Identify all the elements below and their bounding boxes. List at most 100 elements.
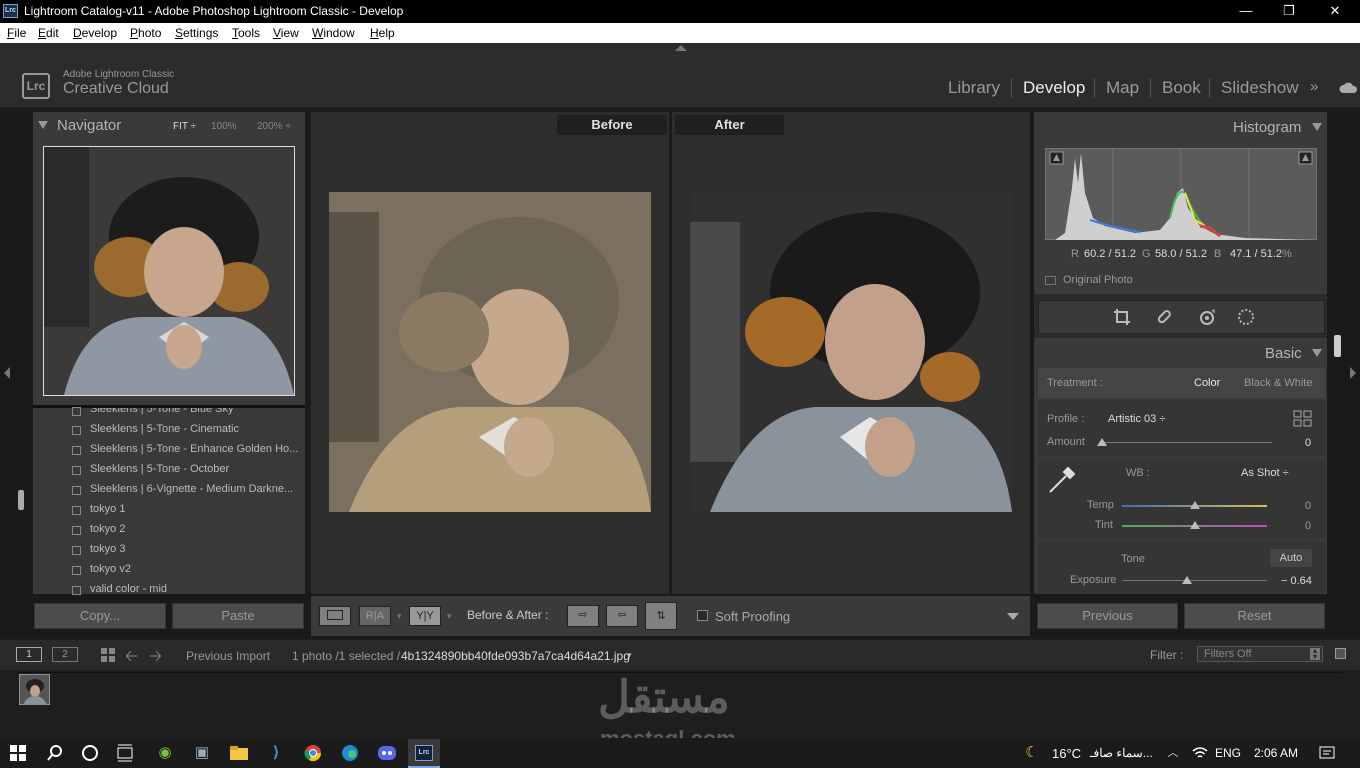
preset-item[interactable]: Sleeklens | 6-Vignette - Medium Darkne..… xyxy=(90,483,293,495)
redeye-icon[interactable] xyxy=(1198,308,1216,326)
amount-knob[interactable] xyxy=(1097,438,1107,446)
soft-proofing-checkbox[interactable] xyxy=(697,610,708,621)
weather-text[interactable]: سماء صافـ... xyxy=(1090,746,1153,760)
language-indicator[interactable]: ENG xyxy=(1215,746,1241,760)
amount-slider[interactable] xyxy=(1102,442,1272,443)
filter-lock-icon[interactable] xyxy=(1335,648,1346,659)
toolbar-menu-icon[interactable] xyxy=(1007,613,1019,620)
file-explorer-icon[interactable] xyxy=(230,745,248,761)
exposure-slider[interactable] xyxy=(1122,580,1267,581)
copy-before-to-after-icon[interactable]: ⇦ xyxy=(606,605,638,627)
left-scrollbar[interactable] xyxy=(18,490,24,510)
module-map[interactable]: Map xyxy=(1106,78,1139,98)
crop-icon[interactable] xyxy=(1113,308,1131,326)
preset-item[interactable]: tokyo 3 xyxy=(90,543,125,555)
module-more-icon[interactable]: » xyxy=(1310,78,1318,95)
notifications-icon[interactable] xyxy=(1319,745,1335,761)
right-panel-toggle-icon[interactable] xyxy=(1350,367,1356,379)
after-photo[interactable] xyxy=(690,192,1012,512)
module-library[interactable]: Library xyxy=(948,78,1000,98)
back-arrow-icon[interactable]: 🡠 xyxy=(125,645,138,672)
left-panel-toggle-icon[interactable] xyxy=(4,367,10,379)
menu-edit[interactable]: Edit xyxy=(38,26,59,40)
tray-chevron-icon[interactable]: ︿ xyxy=(1164,744,1182,762)
swap-before-after-icon[interactable]: ⇅ xyxy=(645,602,677,630)
search-icon[interactable] xyxy=(46,744,64,762)
primary-display-button[interactable]: 1 xyxy=(16,647,42,662)
navigator-collapse-icon[interactable] xyxy=(38,121,48,129)
filter-select[interactable]: Filters Off ▴ ▾ xyxy=(1197,646,1323,662)
copy-after-to-before-icon[interactable]: ⇨ xyxy=(567,605,599,627)
menu-photo[interactable]: Photo xyxy=(130,26,161,40)
previous-button[interactable]: Previous xyxy=(1037,603,1178,629)
grid-view-icon[interactable] xyxy=(100,647,116,663)
filename-dropdown-icon[interactable]: ▾ xyxy=(627,650,632,661)
temp-value[interactable]: 0 xyxy=(1305,500,1311,512)
yy-dropdown-icon[interactable]: ▾ xyxy=(447,611,452,622)
histogram-chart[interactable] xyxy=(1045,148,1317,240)
vscode-icon[interactable]: ⟩ xyxy=(267,744,285,762)
original-photo-checkbox[interactable] xyxy=(1045,276,1056,285)
menu-develop[interactable]: Develop xyxy=(73,26,117,40)
navigator-preview[interactable] xyxy=(43,146,295,396)
menu-help[interactable]: Help xyxy=(370,26,395,40)
menu-tools[interactable]: Tools xyxy=(232,26,260,40)
exposure-knob[interactable] xyxy=(1182,576,1193,584)
histogram-collapse-icon[interactable] xyxy=(1312,123,1322,131)
basic-collapse-icon[interactable] xyxy=(1312,349,1322,357)
cortana-icon[interactable] xyxy=(81,744,99,762)
filmstrip-thumbnail[interactable] xyxy=(19,674,50,705)
menu-view[interactable]: View xyxy=(273,26,299,40)
paste-button[interactable]: Paste xyxy=(172,603,304,629)
preset-item[interactable]: tokyo 2 xyxy=(90,523,125,535)
preset-item[interactable]: Sleeklens | 5-Tone - October xyxy=(90,463,229,475)
tint-value[interactable]: 0 xyxy=(1305,520,1311,532)
menu-file[interactable]: File xyxy=(7,26,26,40)
navigator-zoom-200[interactable]: 200% ÷ xyxy=(257,121,291,132)
secondary-display-button[interactable]: 2 xyxy=(52,647,78,662)
preset-item[interactable]: tokyo v2 xyxy=(90,563,131,575)
chrome-icon[interactable] xyxy=(304,744,322,762)
tint-knob[interactable] xyxy=(1189,521,1200,529)
module-book[interactable]: Book xyxy=(1162,78,1201,98)
source-label[interactable]: Previous Import xyxy=(186,649,270,663)
wb-value[interactable]: As Shot ÷ xyxy=(1241,467,1289,479)
profile-browser-icon[interactable] xyxy=(1293,410,1313,428)
module-develop[interactable]: Develop xyxy=(1023,78,1085,98)
temp-knob[interactable] xyxy=(1189,501,1200,509)
healing-icon[interactable] xyxy=(1155,308,1173,326)
loupe-view-button[interactable] xyxy=(319,606,351,626)
copy-button[interactable]: Copy... xyxy=(34,603,166,629)
treatment-bw[interactable]: Black & White xyxy=(1244,377,1312,389)
exposure-value[interactable]: − 0.64 xyxy=(1281,575,1312,587)
maximize-icon[interactable]: ❐ xyxy=(1277,2,1301,20)
filename-label[interactable]: 4b1324890bb40fde093b7a7ca4d64a21.jpg xyxy=(401,649,630,663)
navigator-zoom-100[interactable]: 100% xyxy=(211,121,237,132)
wb-eyedropper-icon[interactable] xyxy=(1046,462,1080,496)
weather-temp[interactable]: 16°C xyxy=(1052,746,1081,761)
right-scrollbar[interactable] xyxy=(1334,335,1341,357)
close-icon[interactable]: ✕ xyxy=(1323,2,1347,20)
forward-arrow-icon[interactable]: 🡢 xyxy=(149,645,162,672)
before-after-ra-button[interactable]: R|A xyxy=(359,606,391,626)
module-slideshow[interactable]: Slideshow xyxy=(1221,78,1299,98)
preset-item[interactable]: Sleeklens | 5-Tone - Enhance Golden Ho..… xyxy=(90,443,298,455)
task-view-icon[interactable] xyxy=(116,744,134,762)
app-icon-1[interactable]: ◉ xyxy=(156,744,174,762)
navigator-fit[interactable]: FIT ÷ xyxy=(173,121,196,132)
before-photo[interactable] xyxy=(329,192,651,512)
menu-settings[interactable]: Settings xyxy=(175,26,218,40)
profile-value[interactable]: Artistic 03 ÷ xyxy=(1108,413,1165,425)
minimize-icon[interactable]: — xyxy=(1234,2,1258,20)
reset-button[interactable]: Reset xyxy=(1184,603,1325,629)
menu-window[interactable]: Window xyxy=(312,26,355,40)
collapse-top-icon[interactable] xyxy=(675,45,687,51)
windows-start-icon[interactable] xyxy=(10,745,26,761)
masking-icon[interactable] xyxy=(1237,308,1255,326)
discord-icon[interactable] xyxy=(378,745,396,761)
filter-dropdown-icon[interactable]: ▴ ▾ xyxy=(1310,647,1320,661)
preset-item[interactable]: valid color - mid xyxy=(90,583,167,593)
amount-value[interactable]: 0 xyxy=(1305,437,1311,449)
edge-icon[interactable] xyxy=(341,744,359,762)
wifi-icon[interactable] xyxy=(1192,746,1208,760)
